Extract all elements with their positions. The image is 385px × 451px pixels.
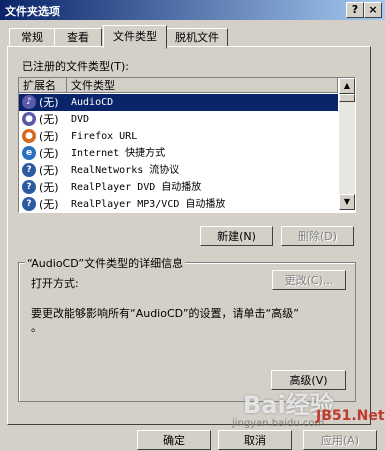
details-description: 要更改能够影响所有“AudioCD”的设置，请单击“高级”	[31, 307, 299, 320]
apply-button[interactable]: 应用(A)	[303, 430, 377, 450]
tab-offline-files[interactable]: 脱机文件	[166, 28, 228, 47]
list-item[interactable]: ? (无) RealNetworks 流协议	[19, 162, 338, 179]
watermark-url: jingyan.baidu.com	[232, 418, 325, 429]
list-item[interactable]: ? (无) RealPlayer DVD 自动播放	[19, 179, 338, 196]
change-button[interactable]: 更改(C)...	[272, 270, 346, 290]
list-item-type: AudioCD	[71, 97, 114, 108]
delete-button[interactable]: 删除(D)	[281, 226, 354, 246]
list-item-type: RealNetworks 流协议	[71, 165, 180, 176]
new-button[interactable]: 新建(N)	[200, 226, 273, 246]
list-item[interactable]: ♪ (无) AudioCD	[19, 94, 338, 111]
list-item-type: Internet 快捷方式	[71, 148, 166, 159]
tab-general[interactable]: 常规	[9, 28, 55, 47]
cd-audio-icon: ♪	[22, 95, 36, 109]
column-header-file-type[interactable]: 文件类型	[67, 78, 338, 93]
realplayer-icon: ?	[22, 197, 36, 211]
window-title: 文件夹选项	[5, 5, 60, 18]
scroll-down-icon[interactable]: ▼	[339, 194, 355, 210]
list-item-extension: (无)	[39, 164, 59, 177]
firefox-icon: ●	[22, 129, 36, 143]
list-item-type: Firefox URL	[71, 131, 138, 142]
list-item[interactable]: ? (无) RealPlayer MP3/VCD 自动播放	[19, 196, 338, 212]
scroll-thumb[interactable]	[339, 94, 355, 102]
close-button[interactable]: ×	[364, 2, 382, 18]
list-item-type: RealPlayer MP3/VCD 自动播放	[71, 199, 226, 210]
list-item-extension: (无)	[39, 130, 59, 143]
list-item-extension: (无)	[39, 147, 59, 160]
list-item-extension: (无)	[39, 198, 59, 211]
watermark-site: JB51.Net	[316, 408, 385, 424]
vertical-scrollbar[interactable]: ▲ ▼	[339, 78, 355, 210]
help-button[interactable]: ?	[346, 2, 364, 18]
list-item-extension: (无)	[39, 181, 59, 194]
details-description-end: 。	[31, 321, 42, 334]
list-item[interactable]: ● (无) Firefox URL	[19, 128, 338, 145]
scroll-up-icon[interactable]: ▲	[339, 78, 355, 94]
list-item-extension: (无)	[39, 113, 59, 126]
internet-shortcut-icon: e	[22, 146, 36, 160]
realplayer-icon: ?	[22, 163, 36, 177]
column-header-extension[interactable]: 扩展名	[19, 78, 67, 93]
list-item-type: RealPlayer DVD 自动播放	[71, 182, 202, 193]
cancel-button[interactable]: 取消	[218, 430, 292, 450]
opens-with-label: 打开方式:	[31, 277, 79, 290]
list-item[interactable]: e (无) Internet 快捷方式	[19, 145, 338, 162]
file-types-list[interactable]: 扩展名 文件类型 ♪ (无) AudioCD ● (无) DVD ● (无) F…	[18, 77, 356, 213]
registered-types-label: 已注册的文件类型(T):	[22, 60, 130, 73]
details-group-title: “AudioCD”文件类型的详细信息	[25, 255, 186, 271]
tab-file-types[interactable]: 文件类型	[103, 25, 167, 49]
tab-view[interactable]: 查看	[54, 28, 102, 47]
dvd-icon: ●	[22, 112, 36, 126]
realplayer-icon: ?	[22, 180, 36, 194]
list-item[interactable]: ● (无) DVD	[19, 111, 338, 128]
list-item-extension: (无)	[39, 96, 59, 109]
title-bar: 文件夹选项 ? ×	[0, 0, 385, 20]
ok-button[interactable]: 确定	[137, 430, 211, 450]
list-item-type: DVD	[71, 114, 90, 125]
